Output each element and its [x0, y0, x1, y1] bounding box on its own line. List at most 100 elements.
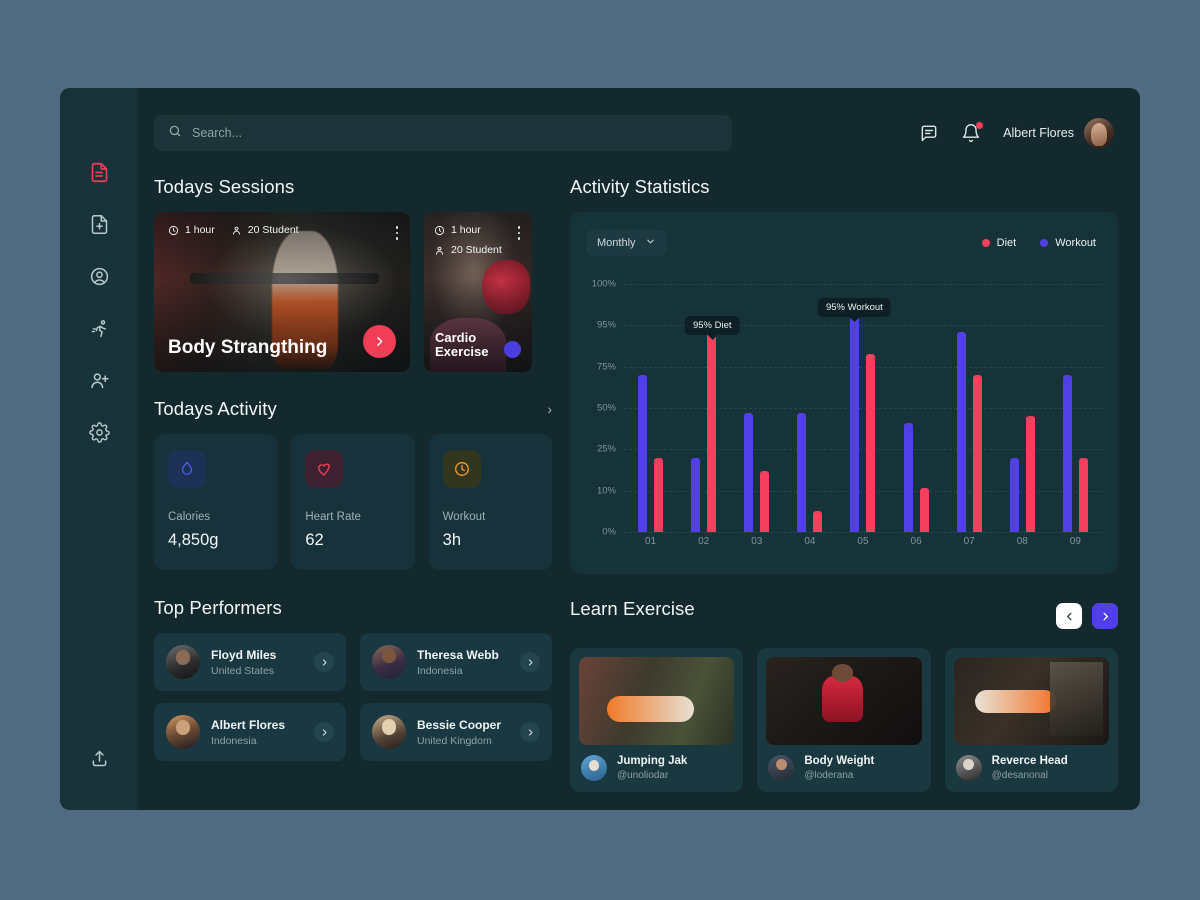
activity-card-workout[interactable]: Workout 3h [428, 434, 552, 570]
chart-bar-diet[interactable] [707, 331, 717, 532]
todays-activity-more[interactable]: › [547, 401, 552, 417]
period-dropdown[interactable]: Monthly [586, 230, 667, 256]
chart-bar-workout[interactable] [850, 317, 860, 532]
chart-bar-workout[interactable] [638, 374, 648, 532]
activity-value: 3h [442, 531, 462, 549]
chart-bar-diet[interactable] [654, 457, 664, 532]
chart-y-tick: 50% [596, 402, 616, 414]
session-badge[interactable] [504, 341, 521, 358]
activity-value: 62 [305, 531, 324, 549]
chart-bar-workout[interactable] [1009, 457, 1019, 532]
legend-swatch [1040, 239, 1049, 247]
right-column: Activity Statistics Monthly Diet Workout… [570, 176, 1118, 792]
legend-item-diet: Diet [981, 237, 1016, 249]
chart-bar-group[interactable] [890, 284, 943, 532]
chevron-right-icon[interactable] [314, 722, 334, 742]
exercise-meta: Body Weight @loderana [766, 755, 921, 781]
chart-bar-workout[interactable] [691, 457, 701, 532]
sidebar-item-profile[interactable] [77, 254, 121, 298]
chart-bar-diet[interactable] [1078, 457, 1088, 532]
activity-card-calories[interactable]: Calories 4,850g [154, 434, 278, 570]
avatar [955, 755, 982, 781]
performer-location: United Kingdom [417, 734, 492, 747]
chart-x-tick: 08 [1016, 536, 1028, 547]
chevron-right-icon[interactable] [314, 652, 334, 672]
chart-bar-group[interactable] [624, 284, 677, 532]
exercise-name: Reverce Head [991, 755, 1068, 767]
chart-plot-area: 100% 95% 75% 50% 25% 10% 0% 01 02 03 04 05 06 07 08 09… [586, 279, 1102, 562]
performer-info: Theresa Webb Indonesia [417, 648, 509, 677]
chart-x-tick: 09 [1069, 536, 1081, 547]
chart-tooltip: 95% Diet [684, 315, 740, 335]
activity-statistics-title: Activity Statistics [570, 176, 710, 197]
list-item[interactable]: Albert Flores Indonesia [154, 703, 346, 761]
chart-bar-workout[interactable] [797, 412, 807, 532]
chart-y-tick: 95% [596, 319, 616, 331]
learn-exercise-card[interactable]: Jumping Jak @unoliodar [570, 648, 744, 792]
search-input[interactable] [192, 126, 718, 140]
chat-icon[interactable] [919, 123, 939, 143]
activity-card-heart-rate[interactable]: Heart Rate 62 [291, 434, 415, 570]
sidebar-item-settings[interactable] [77, 410, 121, 454]
performer-info: Floyd Miles United States [211, 648, 303, 677]
document-icon [89, 162, 110, 183]
list-item[interactable]: Floyd Miles United States [154, 633, 346, 691]
play-button[interactable] [363, 325, 396, 358]
session-card[interactable]: 1 hour 20 Student Body Strangthing [154, 212, 410, 372]
chart-bar-workout[interactable] [744, 412, 754, 532]
search-box[interactable] [154, 115, 732, 151]
exercise-handle: @loderana [804, 770, 854, 781]
chart-bar-workout[interactable] [903, 422, 913, 532]
session-more-menu[interactable] [395, 226, 398, 240]
chart-bar-workout[interactable] [956, 331, 966, 532]
legend-item-workout: Workout [1040, 237, 1096, 249]
list-item[interactable]: Bessie Cooper United Kingdom [360, 703, 552, 761]
user-name: Albert Flores [1003, 126, 1074, 140]
chart-bar-diet[interactable] [813, 511, 823, 532]
session-students: 20 Student [434, 244, 502, 256]
chart-bar-group[interactable] [996, 284, 1049, 532]
learn-exercise-nav [1056, 603, 1118, 629]
exercise-handle: @unoliodar [617, 770, 669, 781]
chart-bar-diet[interactable] [866, 354, 876, 532]
learn-exercise-list: Jumping Jak @unoliodar Body Weight @lode… [570, 648, 1118, 792]
sidebar-item-document[interactable] [77, 150, 121, 194]
exercise-info: Reverce Head @desanonal [992, 755, 1068, 781]
exercise-meta: Reverce Head @desanonal [954, 755, 1109, 781]
list-item[interactable]: Theresa Webb Indonesia [360, 633, 552, 691]
chart-x-tick: 03 [751, 536, 763, 547]
session-more-menu[interactable] [517, 226, 520, 240]
session-card[interactable]: 1 hour 20 Student Cardio Exercise [424, 212, 532, 372]
performer-name: Albert Flores [211, 717, 286, 732]
chart-bar-diet[interactable] [1025, 416, 1035, 532]
chart-bar-group[interactable] [1049, 284, 1102, 532]
chevron-right-icon[interactable] [520, 722, 540, 742]
session-duration: 1 hour [168, 224, 215, 236]
sidebar-item-add-member[interactable] [77, 358, 121, 402]
todays-sessions-list: 1 hour 20 Student Body Strangthing 1 hou… [154, 212, 552, 372]
top-performers-list: Floyd Miles United States Theresa Webb I… [154, 633, 552, 761]
user-add-icon [89, 370, 110, 391]
chevron-left-icon[interactable] [1056, 603, 1082, 629]
running-person-icon [89, 318, 110, 339]
chart-bar-diet[interactable] [760, 471, 770, 532]
user-menu[interactable]: Albert Flores [1003, 118, 1114, 148]
sidebar-item-add-document[interactable] [77, 202, 121, 246]
avatar [581, 755, 607, 781]
learn-exercise-card[interactable]: Body Weight @loderana [757, 648, 931, 792]
session-duration-label: 1 hour [185, 224, 215, 236]
learn-exercise-card[interactable]: Reverce Head @desanonal [944, 648, 1118, 792]
bell-icon[interactable] [961, 122, 984, 143]
sidebar-item-training[interactable] [77, 306, 121, 350]
chart-bar-group[interactable] [943, 284, 996, 532]
sidebar-item-logout[interactable] [77, 736, 121, 780]
chart-bar-group[interactable] [836, 284, 889, 532]
chart-bar-workout[interactable] [1062, 374, 1072, 532]
chart-bar-diet[interactable] [919, 487, 929, 532]
chart-bar-diet[interactable] [972, 374, 982, 532]
chevron-right-icon[interactable] [520, 652, 540, 672]
chart-legend: Diet Workout [981, 237, 1102, 249]
chevron-right-icon[interactable] [1092, 603, 1118, 629]
chart-bar-group[interactable] [783, 284, 836, 532]
chart-y-tick: 0% [602, 526, 616, 538]
